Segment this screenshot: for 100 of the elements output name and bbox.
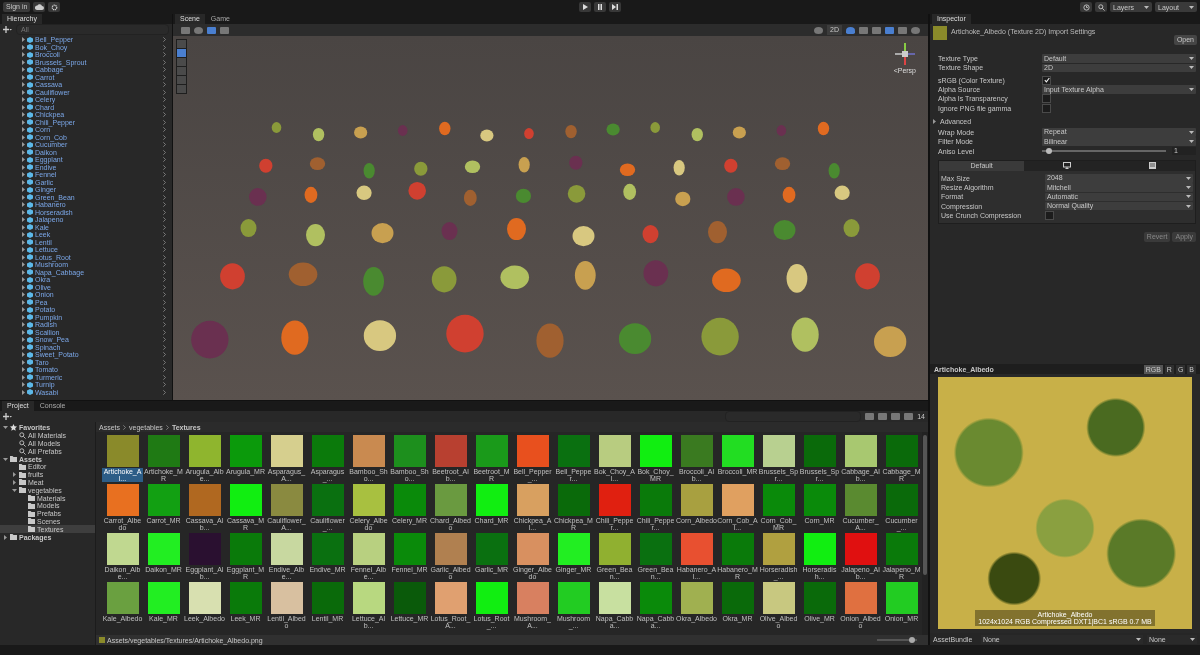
texture-thumbnail[interactable]	[147, 582, 180, 614]
texture-thumbnail[interactable]	[188, 484, 221, 516]
texture-thumbnail[interactable]	[639, 533, 672, 565]
slider-handle[interactable]	[1046, 147, 1053, 154]
texture-thumbnail[interactable]	[352, 484, 385, 516]
texture-thumbnail[interactable]	[352, 533, 385, 565]
texture-thumbnail[interactable]	[885, 484, 918, 516]
texture-thumbnail[interactable]	[557, 435, 590, 467]
texture-thumbnail[interactable]	[680, 533, 713, 565]
texture-thumbnail[interactable]	[311, 435, 344, 467]
scrollbar[interactable]	[922, 432, 928, 635]
texture-thumbnail[interactable]	[229, 582, 262, 614]
texture-thumbnail[interactable]	[352, 435, 385, 467]
texture-thumbnail[interactable]	[106, 484, 139, 516]
texture-thumbnail[interactable]	[762, 435, 795, 467]
texture-thumbnail[interactable]	[516, 435, 549, 467]
platform-tab[interactable]	[1109, 160, 1195, 171]
pause-icon[interactable]	[594, 2, 606, 12]
add-icon[interactable]	[3, 26, 12, 33]
texture-thumbnail[interactable]	[270, 533, 303, 565]
texture-thumbnail[interactable]	[434, 533, 467, 565]
texture-thumbnail[interactable]	[516, 484, 549, 516]
texture-thumbnail[interactable]	[721, 484, 754, 516]
texture-thumbnail[interactable]	[639, 582, 672, 614]
texture-thumbnail[interactable]	[803, 533, 836, 565]
checkbox[interactable]	[1042, 103, 1051, 113]
search-icon[interactable]	[1095, 2, 1107, 12]
texture-thumbnail[interactable]	[844, 533, 877, 565]
checkbox[interactable]	[1045, 211, 1054, 220]
expand-arrow-icon[interactable]	[12, 472, 17, 478]
zoom-slider-handle[interactable]	[909, 637, 916, 643]
texture-thumbnail[interactable]	[475, 533, 508, 565]
texture-thumbnail[interactable]	[680, 484, 713, 516]
texture-thumbnail[interactable]	[516, 533, 549, 565]
texture-thumbnail[interactable]	[598, 435, 631, 467]
texture-thumbnail[interactable]	[885, 582, 918, 614]
texture-thumbnail[interactable]	[844, 484, 877, 516]
texture-thumbnail[interactable]	[598, 484, 631, 516]
texture-thumbnail[interactable]	[393, 582, 426, 614]
checkbox[interactable]	[1042, 75, 1051, 85]
texture-thumbnail[interactable]	[188, 582, 221, 614]
texture-thumbnail[interactable]	[106, 435, 139, 467]
texture-thumbnail[interactable]	[557, 582, 590, 614]
texture-thumbnail[interactable]	[803, 435, 836, 467]
texture-thumbnail[interactable]	[393, 484, 426, 516]
checkbox[interactable]	[1042, 94, 1051, 104]
expand-arrow-icon[interactable]	[12, 487, 17, 493]
texture-thumbnail[interactable]	[270, 435, 303, 467]
texture-thumbnail[interactable]	[147, 533, 180, 565]
texture-thumbnail[interactable]	[270, 484, 303, 516]
texture-thumbnail[interactable]	[475, 435, 508, 467]
axis-gizmo-icon[interactable]	[893, 41, 916, 67]
texture-thumbnail[interactable]	[557, 484, 590, 516]
step-icon[interactable]	[609, 2, 621, 12]
texture-thumbnail[interactable]	[188, 435, 221, 467]
texture-thumbnail[interactable]	[762, 533, 795, 565]
texture-thumbnail[interactable]	[229, 435, 262, 467]
settings-icon[interactable]	[48, 2, 61, 12]
texture-thumbnail[interactable]	[475, 582, 508, 614]
texture-thumbnail[interactable]	[229, 533, 262, 565]
texture-thumbnail[interactable]	[844, 435, 877, 467]
texture-thumbnail[interactable]	[721, 582, 754, 614]
texture-thumbnail[interactable]	[598, 582, 631, 614]
texture-thumbnail[interactable]	[844, 582, 877, 614]
texture-thumbnail[interactable]	[721, 435, 754, 467]
texture-thumbnail[interactable]	[475, 484, 508, 516]
texture-thumbnail[interactable]	[762, 484, 795, 516]
texture-thumbnail[interactable]	[147, 484, 180, 516]
expand-arrow-icon[interactable]	[12, 479, 17, 485]
texture-thumbnail[interactable]	[680, 582, 713, 614]
texture-thumbnail[interactable]	[639, 435, 672, 467]
cloud-icon[interactable]	[33, 2, 46, 12]
texture-thumbnail[interactable]	[393, 533, 426, 565]
texture-thumbnail[interactable]	[434, 582, 467, 614]
add-icon[interactable]	[3, 413, 12, 420]
texture-thumbnail[interactable]	[598, 533, 631, 565]
texture-thumbnail[interactable]	[106, 582, 139, 614]
texture-thumbnail[interactable]	[557, 533, 590, 565]
texture-thumbnail[interactable]	[434, 484, 467, 516]
texture-thumbnail[interactable]	[639, 484, 672, 516]
texture-thumbnail[interactable]	[516, 582, 549, 614]
expand-arrow-icon[interactable]	[3, 425, 8, 431]
history-icon[interactable]	[1080, 2, 1092, 12]
texture-thumbnail[interactable]	[311, 533, 344, 565]
texture-thumbnail[interactable]	[393, 435, 426, 467]
texture-thumbnail[interactable]	[885, 435, 918, 467]
texture-thumbnail[interactable]	[106, 533, 139, 565]
texture-thumbnail[interactable]	[270, 582, 303, 614]
texture-thumbnail[interactable]	[680, 435, 713, 467]
texture-thumbnail[interactable]	[885, 533, 918, 565]
expand-arrow-icon[interactable]	[3, 534, 8, 540]
play-icon[interactable]	[579, 2, 591, 12]
texture-thumbnail[interactable]	[311, 484, 344, 516]
texture-thumbnail[interactable]	[352, 582, 385, 614]
texture-thumbnail[interactable]	[147, 435, 180, 467]
platform-tab[interactable]	[1024, 160, 1110, 171]
texture-thumbnail[interactable]	[434, 435, 467, 467]
texture-thumbnail[interactable]	[762, 582, 795, 614]
texture-thumbnail[interactable]	[721, 533, 754, 565]
expand-arrow-icon[interactable]	[932, 118, 937, 124]
